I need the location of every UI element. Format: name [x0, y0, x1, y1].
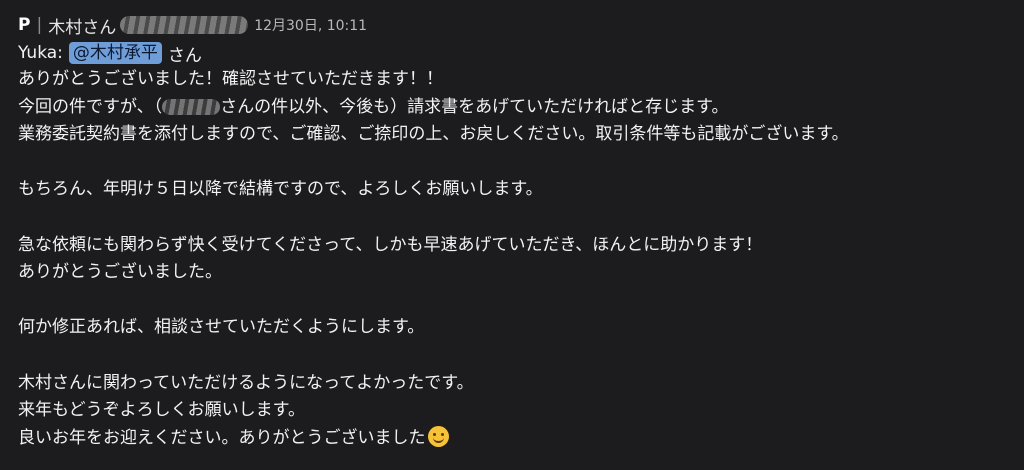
chat-message: P | 木村さん 12月30日, 10:11 Yuka: @木村承平 さん あり…: [18, 10, 1008, 452]
message-body: ありがとうございました！確認させていただきます！！ 今回の件ですが、（ さんの件以…: [18, 66, 1008, 452]
body-line: ありがとうございました。: [18, 262, 222, 283]
body-text: 良いお年をお迎えください。ありがとうございました: [18, 427, 426, 448]
sender-name[interactable]: 木村さん: [48, 13, 116, 38]
reply-line: Yuka: @木村承平 さん: [18, 40, 1008, 66]
body-text: さんの件以外、今後も）請求書をあげていただければと存じます。: [220, 96, 729, 117]
body-line: 急な依頼にも関わらず快く受けてくださって、しかも早速あげていただき、ほんとに助か…: [18, 234, 763, 255]
body-line-blank: [18, 204, 1008, 232]
body-line: ありがとうございました！確認させていただきます！！: [18, 69, 443, 89]
smiling-face-emoji-icon: [427, 425, 449, 447]
reply-author: Yuka:: [18, 43, 63, 63]
user-mention[interactable]: @木村承平: [68, 42, 162, 64]
header-separator: |: [36, 15, 43, 35]
mention-suffix: さん: [167, 45, 202, 66]
message-timestamp: 12月30日, 10:11: [254, 18, 368, 34]
body-line: 来年もどうぞよろしくお願いします。: [18, 400, 305, 421]
body-line-blank: [18, 287, 1008, 315]
redacted-sender-scribble: [120, 16, 249, 34]
body-text: 今回の件ですが、（: [18, 96, 163, 117]
channel-label: P: [18, 15, 31, 35]
body-line: 何か修正あれば、相談させていただくようにします。: [18, 317, 425, 338]
message-header: P | 木村さん 12月30日, 10:11: [18, 10, 1008, 40]
body-line: 木村さんに関わっていただけるようになってよかったです。: [18, 372, 474, 393]
body-line-blank: [18, 342, 1008, 370]
body-line: 今回の件ですが、（ さんの件以外、今後も）請求書をあげていただければと存じます。: [18, 94, 1008, 122]
body-line: 良いお年をお迎えください。ありがとうございました: [18, 425, 1008, 453]
body-line: もちろん、年明け５日以降で結構ですので、よろしくお願いします。: [18, 179, 543, 200]
body-line-blank: [18, 149, 1008, 177]
body-line: 業務委託契約書を添付しますので、ご確認、ご捺印の上、お戻しください。取引条件等も…: [18, 124, 849, 145]
redacted-name-scribble: [162, 98, 221, 115]
